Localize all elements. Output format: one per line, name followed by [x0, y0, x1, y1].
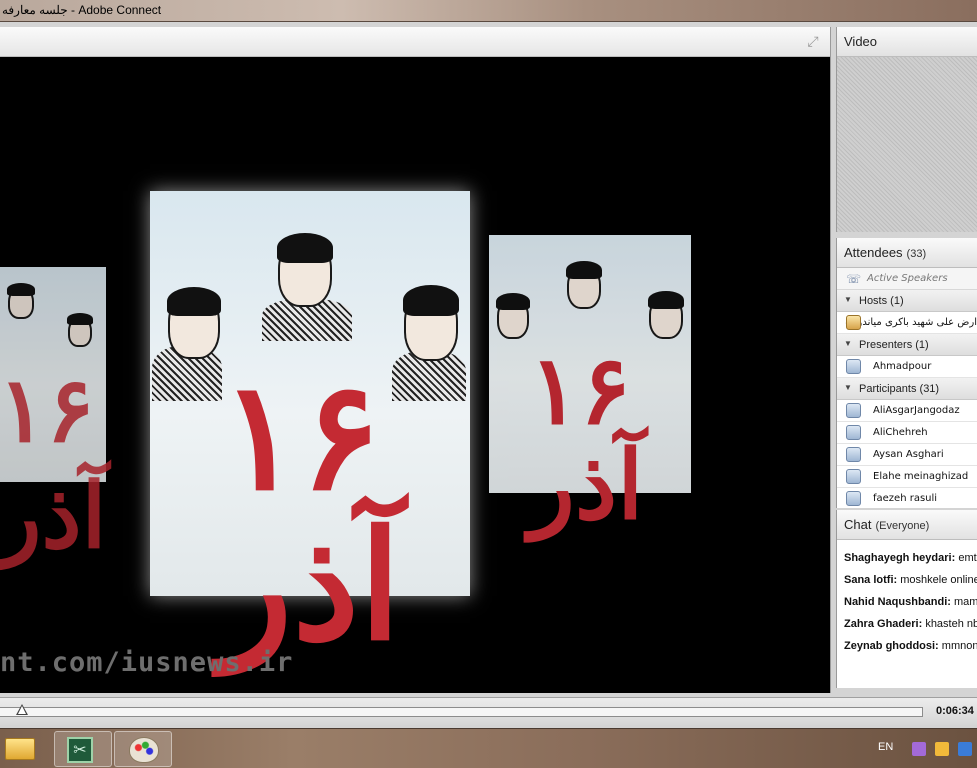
video-pod-title: Video	[844, 34, 878, 49]
attendee-row[interactable]: ارض علی شهید باکری میاندوآب	[837, 312, 977, 334]
playback-scrubber[interactable]	[16, 704, 28, 715]
portrait	[566, 261, 602, 309]
presenters-label: Presenters (1)	[859, 339, 929, 351]
portrait	[496, 293, 530, 339]
participant-user-icon	[846, 403, 861, 418]
attendee-name: Elahe meinaghizad	[873, 471, 969, 482]
poster-glyph: ۱۶ آذر	[529, 335, 644, 541]
folder-icon	[5, 738, 35, 760]
fullscreen-icon[interactable]: ⤢	[804, 33, 822, 51]
chat-message: Zeynab ghoddosi: mmnon	[837, 640, 977, 662]
tray-network-icon[interactable]	[958, 742, 972, 756]
attendees-title: Attendees	[844, 245, 903, 260]
playback-time: 0:06:34	[936, 705, 974, 717]
attendee-name: Aysan Asghari	[873, 449, 944, 460]
paint-palette-icon	[129, 737, 159, 763]
chat-text: mamu	[954, 596, 977, 608]
presenters-group-header[interactable]: ▼ Presenters (1)	[837, 334, 977, 356]
portrait	[277, 233, 333, 307]
attendee-row[interactable]: faezeh rasuli	[837, 488, 977, 508]
share-pod: ⤢ ۱۶ آذر ۱۶ آذر ۱۶ آذر nt.com/iusnews.ir	[0, 27, 831, 693]
video-placeholder	[837, 57, 977, 232]
shared-video-frame[interactable]: ۱۶ آذر ۱۶ آذر ۱۶ آذر nt.com/iusnews.ir	[0, 57, 830, 693]
tray-app-icon[interactable]	[912, 742, 926, 756]
chat-message: Zahra Ghaderi: khasteh nb	[837, 618, 977, 640]
attendee-name: AliAsgarJangodaz	[873, 405, 960, 416]
active-speakers-row[interactable]: ☏ Active Speakers	[837, 268, 977, 290]
hosts-label: Hosts (1)	[859, 295, 904, 307]
taskbar-file-explorer[interactable]	[0, 731, 58, 767]
main-area: ⤢ ۱۶ آذر ۱۶ آذر ۱۶ آذر nt.com/iusnews.ir…	[0, 22, 977, 728]
chat-message: Nahid Naqushbandi: mamu	[837, 596, 977, 618]
poster-left: ۱۶ آذر	[0, 267, 107, 569]
participants-group-header[interactable]: ▼ Participants (31)	[837, 378, 977, 400]
playback-track[interactable]	[0, 707, 923, 717]
chat-scope: (Everyone)	[875, 520, 930, 532]
portrait	[7, 283, 35, 319]
attendee-row[interactable]: AliAsgarJangodaz	[837, 400, 977, 422]
chat-text: khasteh nb	[925, 618, 977, 630]
chat-sender: Zahra Ghaderi:	[844, 618, 923, 630]
attendee-row[interactable]: AliChehreh	[837, 422, 977, 444]
presenter-user-icon	[846, 359, 861, 374]
portrait	[648, 291, 684, 339]
window-title: جلسه معارفه - Adobe Connect	[2, 3, 162, 17]
share-pod-header: ⤢	[0, 27, 830, 57]
participant-user-icon	[846, 469, 861, 484]
attendees-count: (33)	[906, 248, 927, 260]
chat-text: moshkele online	[900, 574, 977, 586]
chat-title: Chat	[844, 517, 872, 532]
video-watermark: nt.com/iusnews.ir	[0, 647, 294, 678]
taskbar: ✂ EN	[0, 728, 977, 768]
chat-message: Sana lotfi: moshkele online	[837, 574, 977, 596]
attendee-name: AliChehreh	[873, 427, 928, 438]
attendee-row[interactable]: Aysan Asghari	[837, 444, 977, 466]
chat-pod: Chat (Everyone) Shaghayegh heydari: emt S…	[836, 510, 977, 688]
window-title-bar[interactable]: جلسه معارفه - Adobe Connect	[0, 0, 977, 22]
attendee-row[interactable]: Elahe meinaghizad	[837, 466, 977, 488]
portrait	[403, 285, 459, 361]
taskbar-adobe-connect[interactable]: ✂	[54, 731, 112, 767]
attendee-row[interactable]: Ahmadpour	[837, 356, 977, 378]
chat-sender: Shaghayegh heydari:	[844, 552, 956, 564]
attendee-name: ارض علی شهید باکری میاندوآب	[845, 317, 977, 328]
participant-user-icon	[846, 491, 861, 506]
video-pod: Video	[836, 27, 977, 232]
chat-sender: Nahid Naqushbandi:	[844, 596, 951, 608]
speaker-icon: ☏	[846, 272, 862, 286]
hosts-group-header[interactable]: ▼ Hosts (1)	[837, 290, 977, 312]
playback-bar: 0:06:34	[0, 697, 977, 725]
host-user-icon	[846, 315, 861, 330]
participant-user-icon	[846, 447, 861, 462]
collapse-triangle-icon: ▼	[844, 383, 852, 392]
poster-center: ۱۶ آذر	[150, 191, 470, 661]
attendee-name: Ahmadpour	[873, 361, 932, 372]
participants-label: Participants (31)	[859, 383, 940, 395]
video-pod-header: Video	[837, 27, 977, 57]
chat-text: mmnon	[941, 640, 977, 652]
chat-pod-header: Chat (Everyone)	[837, 510, 977, 540]
portrait	[167, 287, 221, 359]
attendees-pod: Attendees (33) ☏ Active Speakers ▼ Hosts …	[836, 238, 977, 508]
chat-sender: Sana lotfi:	[844, 574, 898, 586]
language-indicator[interactable]: EN	[878, 741, 893, 753]
portrait	[67, 313, 93, 347]
poster-right: ۱۶ آذر	[489, 235, 691, 533]
adobe-connect-icon: ✂	[67, 737, 93, 763]
collapse-triangle-icon: ▼	[844, 339, 852, 348]
participant-user-icon	[846, 425, 861, 440]
chat-sender: Zeynab ghoddosi:	[844, 640, 939, 652]
active-speakers-label: Active Speakers	[867, 273, 948, 284]
attendees-pod-header: Attendees (33)	[837, 238, 977, 268]
tray-tools-icon[interactable]	[935, 742, 949, 756]
chat-text: emt	[958, 552, 977, 564]
chat-messages[interactable]: Shaghayegh heydari: emt Sana lotfi: mosh…	[837, 540, 977, 662]
chat-message: Shaghayegh heydari: emt	[837, 552, 977, 574]
collapse-triangle-icon: ▼	[844, 295, 852, 304]
taskbar-paint[interactable]	[114, 731, 172, 767]
poster-glyph: ۱۶ آذر	[220, 348, 401, 674]
attendee-name: faezeh rasuli	[873, 493, 938, 504]
poster-glyph: ۱۶ آذر	[0, 357, 107, 569]
